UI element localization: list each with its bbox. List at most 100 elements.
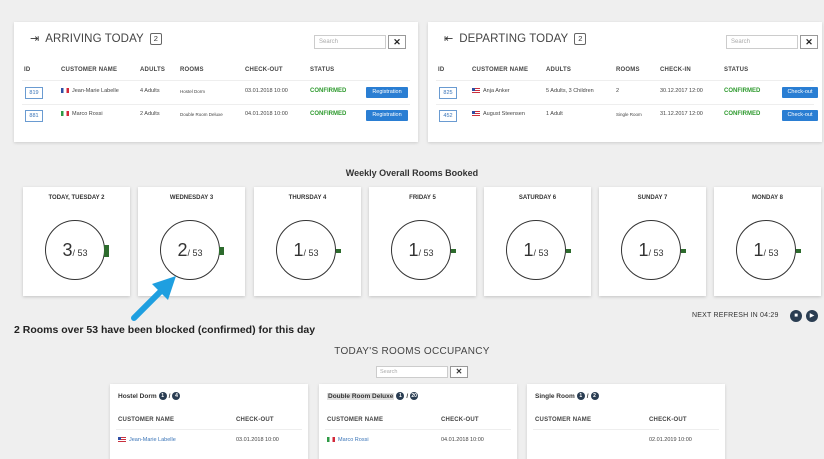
day-card[interactable]: SATURDAY 6 1/ 53 — [484, 187, 591, 296]
occupancy-ring: 1/ 53 — [736, 220, 796, 280]
day-label: TODAY, TUESDAY 2 — [48, 195, 105, 201]
customer-name[interactable]: Jean-Marie Labelle — [61, 88, 119, 94]
col-customer-name: CUSTOMER NAME — [535, 417, 592, 423]
occupancy-arc — [219, 247, 224, 255]
row-divider — [533, 429, 719, 430]
guest-link[interactable]: Jean-Marie Labelle — [118, 437, 176, 443]
col-rooms: ROOMS — [616, 67, 640, 73]
refresh-countdown: NEXT REFRESH IN 04:29 — [692, 312, 779, 319]
total-rooms: / 53 — [418, 248, 434, 258]
arriving-header: ⇥ ARRIVING TODAY 2 — [30, 32, 162, 45]
room-header: Double Room Deluxe 1 / 20 — [327, 392, 419, 400]
room-type-name: Single Room — [535, 392, 575, 400]
departing-panel: ⇤ DEPARTING TODAY 2 Search ✕ ID CUSTOMER… — [428, 22, 822, 142]
col-customer-name: CUSTOMER NAME — [327, 417, 384, 423]
col-customer-name: CUSTOMER NAME — [472, 67, 529, 73]
customer-name-text: August Steensen — [483, 111, 525, 117]
checkout-value: 03.01.2018 10:00 — [236, 437, 279, 443]
adults-value: 5 Adults, 3 Children — [546, 88, 594, 94]
departing-count-badge: 2 — [574, 32, 587, 45]
customer-name-text: Marco Rossi — [72, 111, 103, 117]
callout-arrow-icon — [131, 276, 176, 321]
col-adults: ADULTS — [140, 67, 166, 73]
arriving-panel: ⇥ ARRIVING TODAY 2 Search ✕ ID CUSTOMER … — [14, 22, 418, 142]
occupancy-arc — [681, 249, 686, 253]
checkin-value: 30.12.2017 12:00 — [660, 88, 703, 94]
total-rooms: / 53 — [648, 248, 664, 258]
flag-icon — [61, 111, 69, 117]
door-exit-icon: ⇤ — [444, 33, 454, 45]
guest-link[interactable]: Marco Rossi — [327, 437, 369, 443]
occupancy-search-input[interactable]: Search — [376, 366, 448, 378]
occupancy-clear-button[interactable]: ✕ — [450, 366, 468, 378]
occupancy-ring: 3/ 53 — [45, 220, 105, 280]
booking-id-link[interactable]: 819 — [25, 87, 43, 99]
day-card[interactable]: MONDAY 8 1/ 53 — [714, 187, 821, 296]
occupancy-ring: 1/ 53 — [276, 220, 336, 280]
customer-name[interactable]: Marco Rossi — [61, 111, 103, 117]
col-check-out: CHECK-OUT — [236, 417, 274, 423]
departing-clear-button[interactable]: ✕ — [800, 35, 818, 49]
play-button[interactable]: ▶ — [806, 310, 818, 322]
customer-name-text: Jean-Marie Labelle — [72, 88, 119, 94]
total-rooms: / 53 — [533, 248, 549, 258]
col-status: STATUS — [724, 67, 749, 73]
refresh-time: 04:29 — [760, 312, 779, 319]
adults-value: 4 Adults — [140, 88, 160, 94]
arriving-clear-button[interactable]: ✕ — [388, 35, 406, 49]
check-out-button[interactable]: Check-out — [782, 87, 818, 98]
registration-button[interactable]: Registration — [366, 87, 408, 98]
row-divider — [436, 104, 814, 105]
arriving-count-badge: 2 — [149, 32, 162, 45]
row-divider — [22, 80, 410, 81]
annotation-text: 2 Rooms over 53 have been blocked (confi… — [14, 324, 316, 336]
booking-id-link[interactable]: 825 — [439, 87, 457, 99]
booked-count: 2 — [177, 240, 188, 260]
capacity-badge: 2 — [590, 392, 599, 400]
col-id: ID — [24, 67, 31, 73]
day-card[interactable]: THURSDAY 4 1/ 53 — [254, 187, 361, 296]
occupancy-arc — [336, 249, 341, 253]
day-card[interactable]: SUNDAY 7 1/ 53 — [599, 187, 706, 296]
guest-name: Marco Rossi — [338, 437, 369, 443]
occupancy-ring: 1/ 53 — [506, 220, 566, 280]
customer-name[interactable]: Anja Anker — [472, 88, 510, 94]
arriving-search-input[interactable]: Search — [314, 35, 386, 49]
occupancy-title: TODAY'S ROOMS OCCUPANCY — [334, 346, 490, 357]
check-out-button[interactable]: Check-out — [782, 110, 818, 121]
adults-value: 1 Adult — [546, 111, 563, 117]
occupancy-arc — [451, 249, 456, 253]
status-badge: CONFIRMED — [310, 111, 347, 117]
checkin-value: 31.12.2017 12:00 — [660, 111, 703, 117]
booked-count: 3 — [62, 240, 73, 260]
room-value: Hostel Dorm — [180, 89, 206, 94]
refresh-label: NEXT REFRESH IN — [692, 312, 758, 319]
day-label: THURSDAY 4 — [288, 195, 327, 201]
col-check-out: CHECK-OUT — [441, 417, 479, 423]
booking-id-link[interactable]: 881 — [25, 110, 43, 122]
occupied-badge: 1 — [396, 392, 405, 400]
customer-name[interactable]: August Steensen — [472, 111, 525, 117]
departing-search-input[interactable]: Search — [726, 35, 798, 49]
room-value: 2 — [616, 88, 620, 94]
room-header: Single Room 1 / 2 — [535, 392, 599, 400]
day-card[interactable]: FRIDAY 5 1/ 53 — [369, 187, 476, 296]
total-rooms: / 53 — [303, 248, 319, 258]
col-check-out: CHECK-OUT — [245, 67, 283, 73]
booked-count: 1 — [753, 240, 764, 260]
booking-id-link[interactable]: 452 — [439, 110, 457, 122]
checkout-value: 04.01.2018 10:00 — [245, 111, 288, 117]
door-enter-icon: ⇥ — [30, 33, 40, 45]
stop-button[interactable]: ■ — [790, 310, 802, 322]
col-customer-name: CUSTOMER NAME — [118, 417, 175, 423]
day-card[interactable]: TODAY, TUESDAY 2 3/ 53 — [23, 187, 130, 296]
booked-count: 1 — [293, 240, 304, 260]
registration-button[interactable]: Registration — [366, 110, 408, 121]
row-divider — [436, 80, 814, 81]
flag-icon — [472, 88, 480, 94]
status-badge: CONFIRMED — [724, 111, 761, 117]
occupancy-arc — [566, 249, 571, 253]
room-value: Double Room Deluxe — [180, 112, 223, 117]
flag-icon — [472, 111, 480, 117]
room-card: Double Room Deluxe 1 / 20 CUSTOMER NAME … — [319, 384, 517, 459]
